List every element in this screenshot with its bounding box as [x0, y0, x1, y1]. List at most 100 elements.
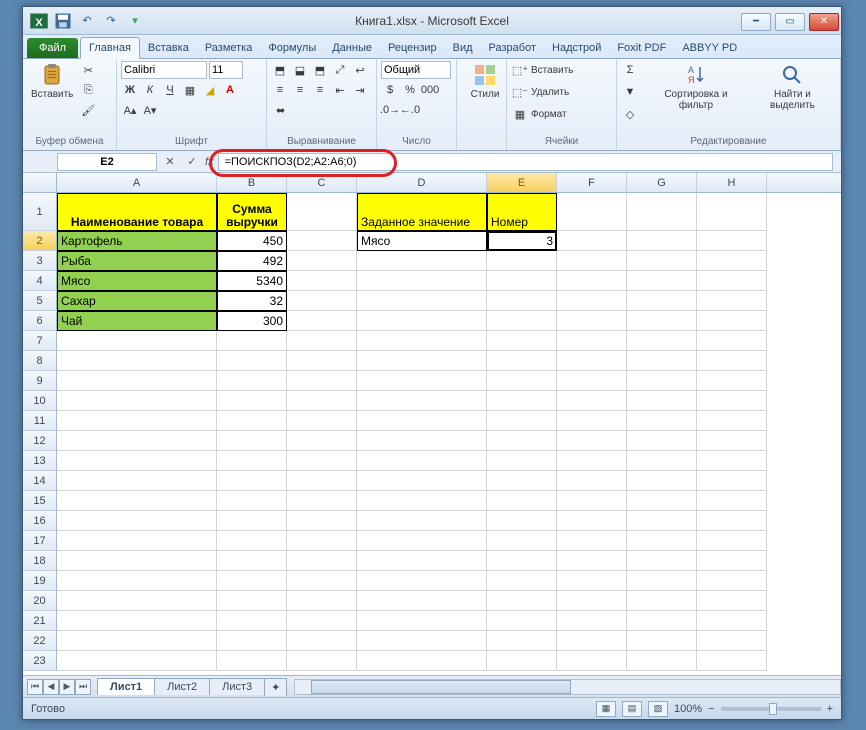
cell-B13[interactable]	[217, 451, 287, 471]
cell-E17[interactable]	[487, 531, 557, 551]
cell-H2[interactable]	[697, 231, 767, 251]
cell-F14[interactable]	[557, 471, 627, 491]
cell-B22[interactable]	[217, 631, 287, 651]
cell-A22[interactable]	[57, 631, 217, 651]
cell-B1[interactable]: Сумма выручки	[217, 193, 287, 231]
cell-H13[interactable]	[697, 451, 767, 471]
cell-F9[interactable]	[557, 371, 627, 391]
minimize-button[interactable]: ━	[741, 13, 771, 31]
font-name-select[interactable]	[121, 61, 207, 79]
cell-G7[interactable]	[627, 331, 697, 351]
cell-E22[interactable]	[487, 631, 557, 651]
cell-A11[interactable]	[57, 411, 217, 431]
cell-D6[interactable]	[357, 311, 487, 331]
insert-cells-button[interactable]: ⬚⁺Вставить	[511, 61, 573, 79]
cell-E20[interactable]	[487, 591, 557, 611]
paste-button[interactable]: Вставить	[27, 61, 77, 102]
enter-formula-icon[interactable]: ✓	[183, 153, 201, 171]
cell-C12[interactable]	[287, 431, 357, 451]
cell-G23[interactable]	[627, 651, 697, 671]
cell-A7[interactable]	[57, 331, 217, 351]
cell-G20[interactable]	[627, 591, 697, 611]
cell-D9[interactable]	[357, 371, 487, 391]
cell-B11[interactable]	[217, 411, 287, 431]
cell-C9[interactable]	[287, 371, 357, 391]
cell-E15[interactable]	[487, 491, 557, 511]
cell-A2[interactable]: Картофель	[57, 231, 217, 251]
cell-B16[interactable]	[217, 511, 287, 531]
cell-H7[interactable]	[697, 331, 767, 351]
cell-H10[interactable]	[697, 391, 767, 411]
italic-icon[interactable]: К	[141, 81, 159, 99]
cell-D13[interactable]	[357, 451, 487, 471]
cell-C14[interactable]	[287, 471, 357, 491]
tab-nav-last-icon[interactable]: ⏭	[75, 679, 91, 695]
cell-F3[interactable]	[557, 251, 627, 271]
cell-B21[interactable]	[217, 611, 287, 631]
cell-D12[interactable]	[357, 431, 487, 451]
cell-D17[interactable]	[357, 531, 487, 551]
cell-C19[interactable]	[287, 571, 357, 591]
cell-H19[interactable]	[697, 571, 767, 591]
cell-A23[interactable]	[57, 651, 217, 671]
col-header-H[interactable]: H	[697, 173, 767, 192]
cell-G11[interactable]	[627, 411, 697, 431]
cell-E21[interactable]	[487, 611, 557, 631]
zoom-knob[interactable]	[769, 703, 777, 715]
cell-E2[interactable]: 3	[487, 231, 557, 251]
cell-A10[interactable]	[57, 391, 217, 411]
cell-G10[interactable]	[627, 391, 697, 411]
row-header-20[interactable]: 20	[23, 591, 57, 611]
cell-C10[interactable]	[287, 391, 357, 411]
fx-icon[interactable]: fx	[205, 156, 214, 168]
number-format-select[interactable]	[381, 61, 451, 79]
cell-H8[interactable]	[697, 351, 767, 371]
format-cells-button[interactable]: ▦Формат	[511, 105, 573, 123]
cell-F20[interactable]	[557, 591, 627, 611]
cell-B18[interactable]	[217, 551, 287, 571]
view-normal-icon[interactable]: ▦	[596, 701, 616, 717]
cell-B2[interactable]: 450	[217, 231, 287, 251]
row-header-23[interactable]: 23	[23, 651, 57, 671]
cell-F5[interactable]	[557, 291, 627, 311]
cell-B7[interactable]	[217, 331, 287, 351]
shrink-font-icon[interactable]: A▾	[141, 101, 159, 119]
cell-A6[interactable]: Чай	[57, 311, 217, 331]
tab-nav-prev-icon[interactable]: ◀	[43, 679, 59, 695]
row-header-22[interactable]: 22	[23, 631, 57, 651]
cell-D15[interactable]	[357, 491, 487, 511]
cell-H20[interactable]	[697, 591, 767, 611]
new-sheet-button[interactable]: ✦	[264, 678, 287, 696]
cell-E18[interactable]	[487, 551, 557, 571]
cell-H18[interactable]	[697, 551, 767, 571]
cell-E6[interactable]	[487, 311, 557, 331]
sheet-tab-1[interactable]: Лист1	[97, 678, 155, 695]
cell-C23[interactable]	[287, 651, 357, 671]
cell-D16[interactable]	[357, 511, 487, 531]
cell-H1[interactable]	[697, 193, 767, 231]
cell-G14[interactable]	[627, 471, 697, 491]
horizontal-scrollbar[interactable]	[294, 679, 841, 695]
cell-F11[interactable]	[557, 411, 627, 431]
cell-A15[interactable]	[57, 491, 217, 511]
cell-B15[interactable]	[217, 491, 287, 511]
cell-E7[interactable]	[487, 331, 557, 351]
cell-A16[interactable]	[57, 511, 217, 531]
cell-H3[interactable]	[697, 251, 767, 271]
cell-H11[interactable]	[697, 411, 767, 431]
align-center-icon[interactable]: ≡	[291, 81, 309, 99]
cell-A19[interactable]	[57, 571, 217, 591]
cell-D14[interactable]	[357, 471, 487, 491]
cell-D23[interactable]	[357, 651, 487, 671]
tab-foxit[interactable]: Foxit PDF	[609, 38, 674, 58]
cell-F16[interactable]	[557, 511, 627, 531]
cell-G19[interactable]	[627, 571, 697, 591]
increase-indent-icon[interactable]: ⇥	[351, 81, 369, 99]
cell-F22[interactable]	[557, 631, 627, 651]
cell-D11[interactable]	[357, 411, 487, 431]
styles-button[interactable]: Стили	[461, 61, 509, 102]
cell-A12[interactable]	[57, 431, 217, 451]
row-header-18[interactable]: 18	[23, 551, 57, 571]
cell-H6[interactable]	[697, 311, 767, 331]
cell-F4[interactable]	[557, 271, 627, 291]
